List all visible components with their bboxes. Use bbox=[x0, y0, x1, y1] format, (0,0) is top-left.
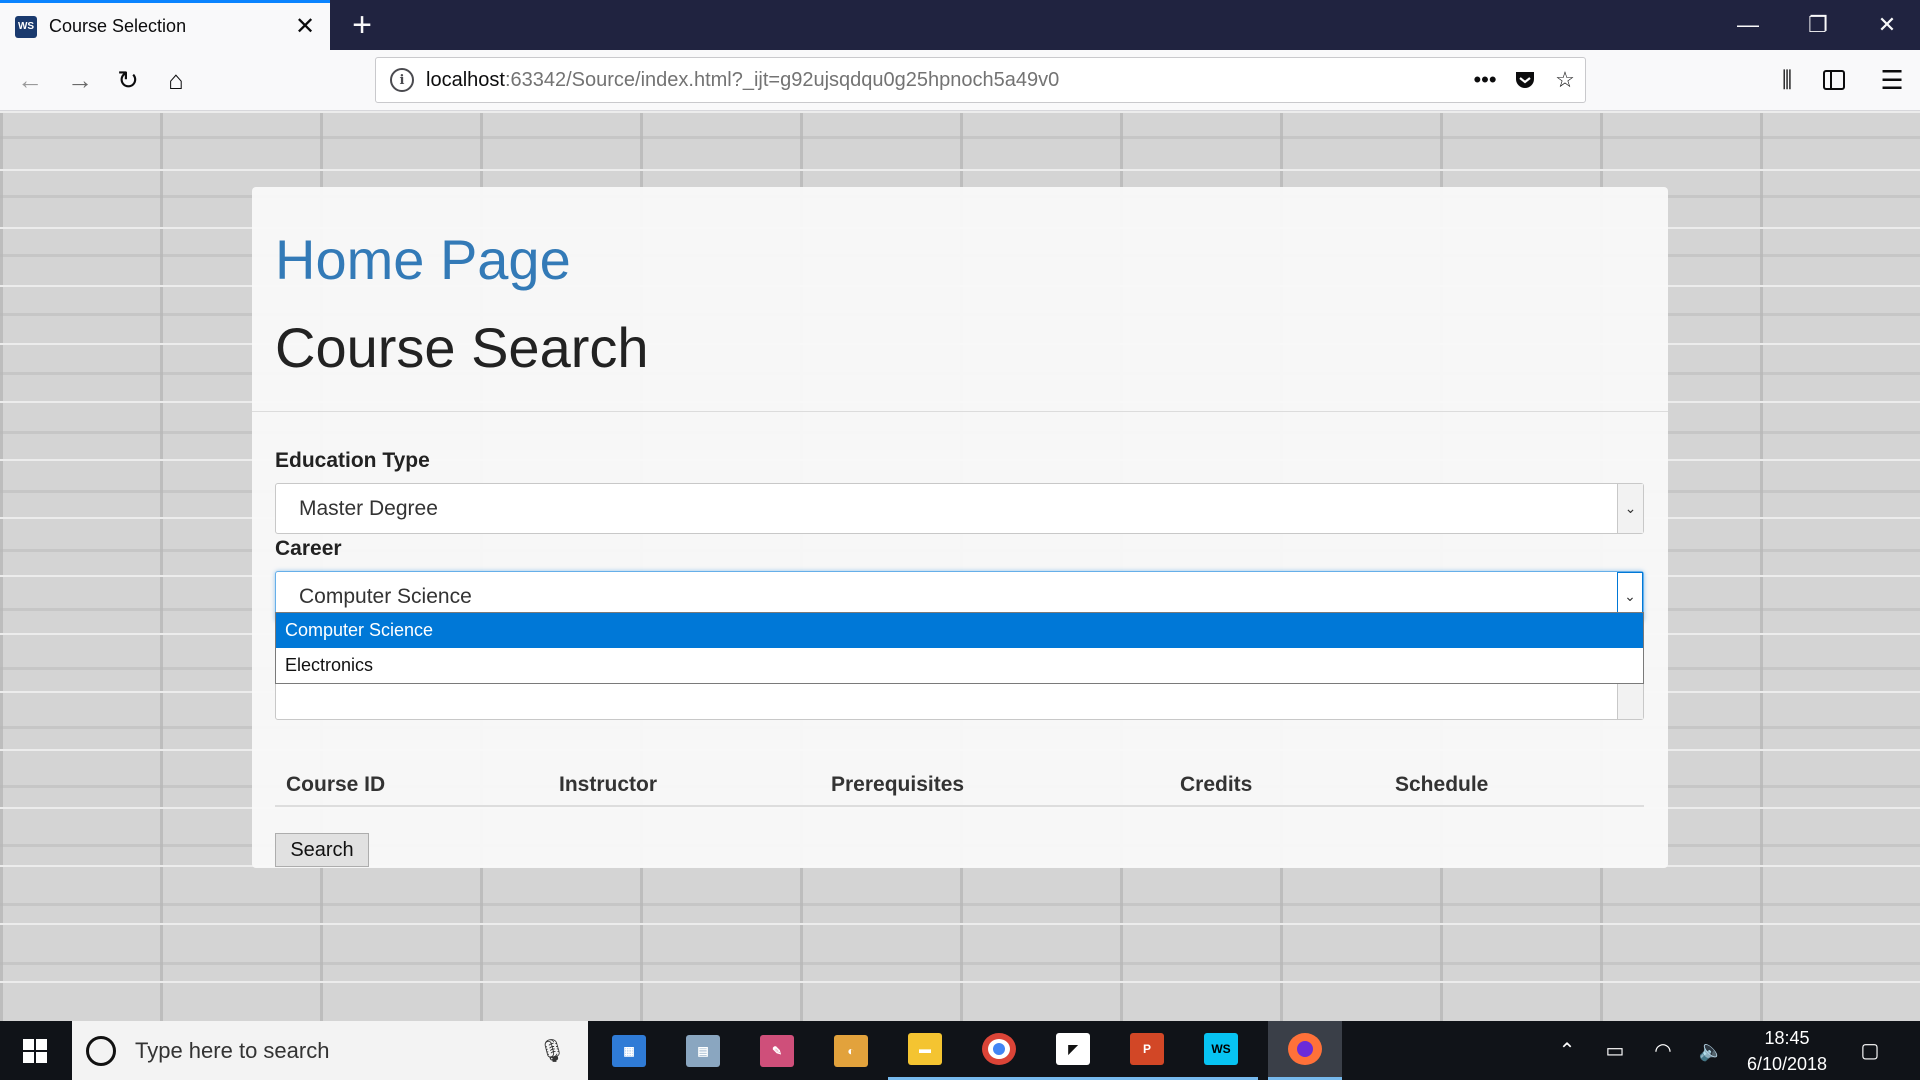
career-option[interactable]: Electronics bbox=[276, 648, 1643, 683]
sticky-notes-icon[interactable]: ▤ bbox=[666, 1021, 740, 1080]
page-title: Course Search bbox=[275, 316, 649, 379]
control-panel-icon[interactable]: ▦ bbox=[592, 1021, 666, 1080]
action-center-icon[interactable]: ▢ bbox=[1850, 1021, 1890, 1080]
show-hidden-icons-chevron-icon[interactable]: ⌃ bbox=[1550, 1021, 1584, 1080]
column-header-course-id[interactable]: Course ID bbox=[286, 773, 385, 797]
site-info-icon[interactable]: i bbox=[390, 68, 414, 92]
taskbar-clock[interactable]: 18:45 6/10/2018 bbox=[1722, 1025, 1852, 1077]
clock-date: 6/10/2018 bbox=[1746, 1054, 1828, 1074]
powerpoint-icon[interactable]: P bbox=[1110, 1021, 1184, 1080]
chevron-down-icon[interactable] bbox=[1617, 681, 1643, 719]
file-explorer-icon[interactable]: ▬ bbox=[888, 1021, 962, 1080]
taskbar-search-placeholder: Type here to search bbox=[135, 1037, 330, 1063]
taskbar-search-box[interactable]: Type here to search 🎙 bbox=[72, 1021, 588, 1080]
hidden-select-under-dropdown[interactable] bbox=[275, 680, 1644, 720]
education-type-select[interactable]: Master Degree ⌄ bbox=[275, 483, 1644, 534]
close-window-icon[interactable]: ✕ bbox=[1852, 0, 1920, 50]
minimize-icon[interactable]: — bbox=[1713, 0, 1783, 50]
chrome-icon[interactable] bbox=[962, 1021, 1036, 1080]
windows-logo-icon bbox=[23, 1038, 47, 1063]
column-header-prerequisites[interactable]: Prerequisites bbox=[831, 773, 964, 797]
address-bar[interactable]: i localhost:63342/Source/index.html?_ijt… bbox=[375, 57, 1586, 103]
url-text[interactable]: localhost:63342/Source/index.html?_ijt=g… bbox=[426, 69, 1465, 92]
education-type-label: Education Type bbox=[275, 449, 430, 472]
browser-tab[interactable]: WS Course Selection ✕ bbox=[0, 0, 330, 50]
home-icon[interactable]: ⌂ bbox=[156, 60, 196, 100]
paint-icon[interactable]: ◐ bbox=[814, 1021, 888, 1080]
education-type-value: Master Degree bbox=[299, 497, 438, 520]
browser-tab-strip: WS Course Selection ✕ + — ❐ ✕ bbox=[0, 0, 1920, 50]
back-arrow-icon[interactable]: ← bbox=[10, 60, 50, 100]
bookmark-star-icon[interactable]: ☆ bbox=[1545, 60, 1585, 100]
results-table-header: Course ID Instructor Prerequisites Credi… bbox=[275, 762, 1644, 807]
column-header-instructor[interactable]: Instructor bbox=[559, 773, 657, 797]
snip-icon[interactable]: ◤ bbox=[1036, 1021, 1110, 1080]
start-button[interactable] bbox=[0, 1021, 70, 1080]
column-header-credits[interactable]: Credits bbox=[1180, 773, 1252, 797]
sidebar-icon[interactable] bbox=[1814, 60, 1854, 100]
clock-time: 18:45 bbox=[1764, 1028, 1810, 1048]
pocket-icon[interactable] bbox=[1505, 60, 1545, 100]
career-dropdown-list: Computer Science Electronics bbox=[275, 612, 1644, 684]
tab-close-icon[interactable]: ✕ bbox=[290, 12, 320, 42]
reload-icon[interactable]: ↻ bbox=[108, 60, 148, 100]
url-path: :63342/Source/index.html?_ijt=g92ujsqdqu… bbox=[504, 68, 1060, 91]
chevron-down-icon[interactable]: ⌄ bbox=[1617, 484, 1643, 533]
column-header-schedule[interactable]: Schedule bbox=[1395, 773, 1488, 797]
search-button[interactable]: Search bbox=[275, 833, 369, 867]
forward-arrow-icon[interactable]: → bbox=[60, 60, 100, 100]
career-value: Computer Science bbox=[299, 585, 472, 608]
webstorm-icon[interactable]: WS bbox=[1184, 1021, 1258, 1080]
webstorm-favicon-icon: WS bbox=[15, 15, 37, 38]
firefox-icon[interactable] bbox=[1268, 1021, 1342, 1080]
home-page-link[interactable]: Home Page bbox=[275, 227, 571, 292]
cortana-icon bbox=[86, 1035, 116, 1066]
restore-icon[interactable]: ❐ bbox=[1783, 0, 1853, 50]
page-actions-icon[interactable]: ••• bbox=[1465, 60, 1505, 100]
windows-taskbar: Type here to search 🎙 ▦ ▤ ✎ ◐ ▬ ◤ P WS ⌃… bbox=[0, 1021, 1920, 1080]
career-option[interactable]: Computer Science bbox=[276, 613, 1643, 648]
paint-3d-icon[interactable]: ✎ bbox=[740, 1021, 814, 1080]
content-panel: Home Page Course Search Education Type M… bbox=[252, 187, 1668, 868]
url-host: localhost bbox=[426, 68, 505, 91]
wifi-icon[interactable]: ◠ bbox=[1646, 1021, 1680, 1080]
career-label: Career bbox=[275, 537, 342, 560]
page-viewport: Home Page Course Search Education Type M… bbox=[0, 111, 1920, 1021]
browser-toolbar: ← → ↻ ⌂ i localhost:63342/Source/index.h… bbox=[0, 50, 1920, 111]
battery-icon[interactable]: ▭ bbox=[1598, 1021, 1632, 1080]
new-tab-plus-icon[interactable]: + bbox=[345, 6, 379, 44]
hamburger-menu-icon[interactable]: ☰ bbox=[1872, 60, 1912, 100]
microphone-icon[interactable]: 🎙 bbox=[538, 1038, 566, 1064]
tab-title: Course Selection bbox=[49, 16, 187, 36]
library-icon[interactable]: ⫼ bbox=[1767, 60, 1807, 100]
